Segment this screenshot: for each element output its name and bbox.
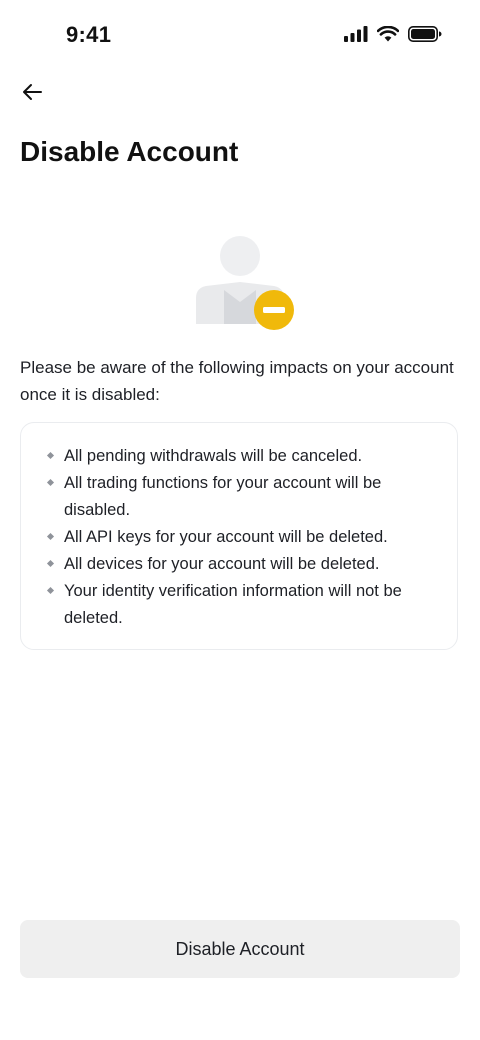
user-disabled-illustration	[190, 230, 300, 334]
wifi-icon	[377, 26, 399, 42]
bullet-icon	[46, 532, 55, 541]
impact-item: All pending withdrawals will be canceled…	[45, 443, 433, 470]
impact-item-text: All pending withdrawals will be canceled…	[64, 447, 363, 465]
battery-icon	[408, 26, 442, 42]
impact-list-card: All pending withdrawals will be canceled…	[20, 422, 458, 650]
intro-text: Please be aware of the following impacts…	[20, 358, 454, 404]
impact-item: All API keys for your account will be de…	[45, 524, 433, 551]
page-title: Disable Account	[20, 136, 239, 167]
impact-item-text: Your identity verification information w…	[64, 582, 402, 627]
status-time: 9:41	[66, 22, 112, 47]
status-bar: 9:41	[0, 0, 480, 72]
impact-item-text: All devices for your account will be del…	[64, 555, 380, 573]
impact-item: Your identity verification information w…	[45, 578, 433, 632]
impact-item-text: All trading functions for your account w…	[64, 474, 382, 519]
back-button[interactable]	[14, 76, 50, 108]
bullet-icon	[46, 451, 55, 460]
bullet-icon	[46, 559, 55, 568]
arrow-left-icon	[23, 84, 42, 100]
impact-list: All pending withdrawals will be canceled…	[21, 423, 457, 632]
impact-item: All trading functions for your account w…	[45, 470, 433, 524]
bullet-icon	[46, 586, 55, 595]
impact-item-text: All API keys for your account will be de…	[64, 528, 388, 546]
cellular-signal-icon	[344, 26, 368, 42]
impact-item: All devices for your account will be del…	[45, 551, 433, 578]
bullet-icon	[46, 478, 55, 487]
disable-account-button[interactable]: Disable Account	[20, 920, 460, 978]
status-icons	[344, 26, 442, 42]
user-disabled-icon	[196, 236, 294, 330]
